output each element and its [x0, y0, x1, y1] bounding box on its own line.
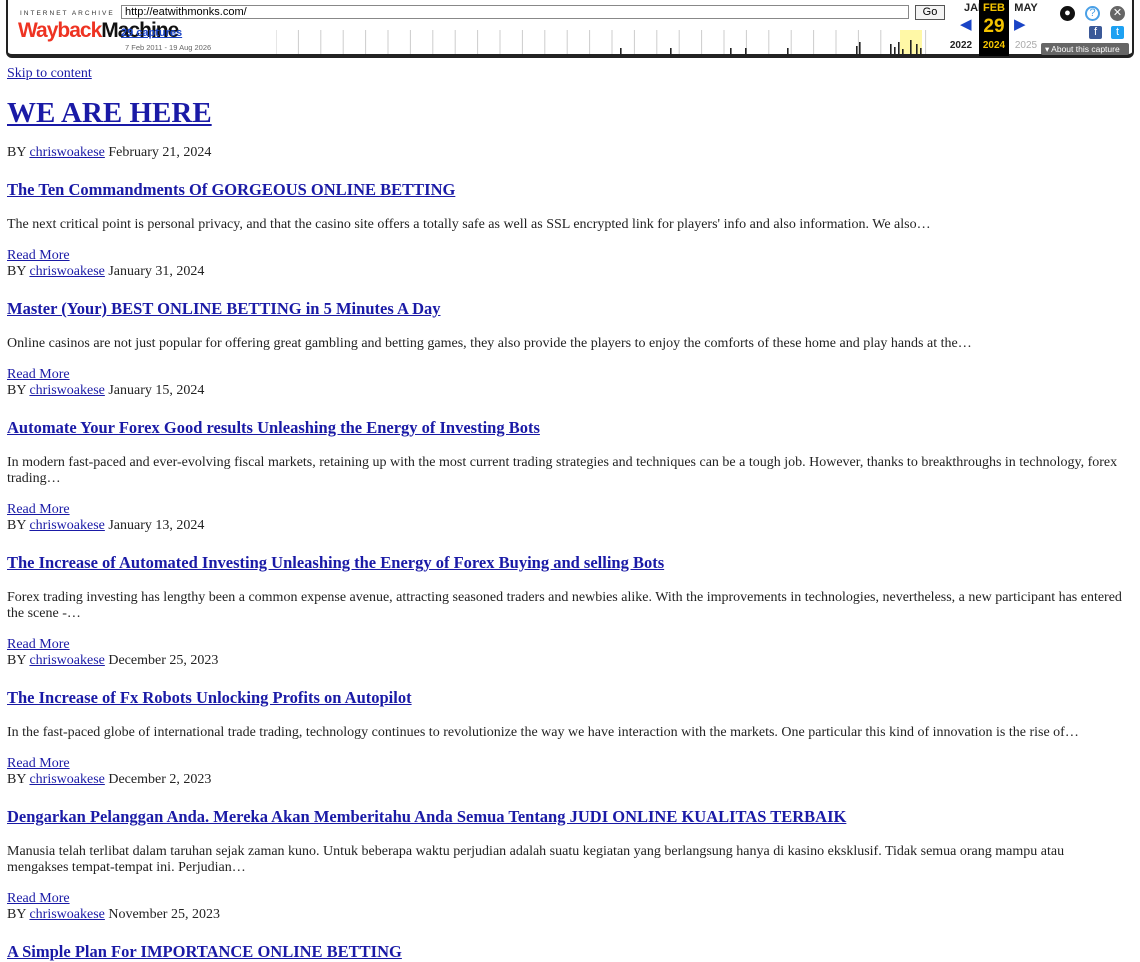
about-capture-button[interactable]: ▾ About this capture [1041, 43, 1129, 55]
captures-link[interactable]: 29 captures [121, 27, 182, 39]
author-link[interactable]: chriswoakese [29, 772, 104, 787]
post-title: The Increase of Automated Investing Unle… [7, 553, 1127, 573]
post-title-link[interactable]: A Simple Plan For IMPORTANCE ONLINE BETT… [7, 942, 402, 961]
post-item: BY chriswoakese January 15, 2024 Automate… [7, 383, 1127, 518]
read-more-link[interactable]: Read More [7, 502, 1127, 518]
post-item: BY chriswoakese December 2, 2023 Dengarka… [7, 772, 1127, 907]
post-meta: BY chriswoakese December 2, 2023 [7, 772, 1127, 788]
read-more-link[interactable]: Read More [7, 248, 1127, 264]
by-label: BY [7, 907, 26, 922]
post-date: January 15, 2024 [108, 383, 205, 398]
post-excerpt: The next critical point is personal priv… [7, 217, 931, 232]
post-date: November 25, 2023 [108, 907, 220, 922]
read-more-link[interactable]: Read More [7, 891, 1127, 907]
author-link[interactable]: chriswoakese [29, 383, 104, 398]
capture-bar [670, 48, 672, 54]
by-label: BY [7, 383, 26, 398]
close-icon[interactable]: ✕ [1110, 6, 1125, 21]
post-title-link[interactable]: The Ten Commandments Of GORGEOUS ONLINE … [7, 180, 455, 199]
post-title: The Increase of Fx Robots Unlocking Prof… [7, 688, 1127, 708]
read-more-link[interactable]: Read More [7, 637, 1127, 653]
capture-bar [787, 48, 789, 54]
capture-date-range: 7 Feb 2011 - 19 Aug 2026 [125, 43, 212, 52]
capture-bar [620, 48, 622, 54]
account-icon[interactable]: ● [1060, 6, 1075, 21]
read-more-link[interactable]: Read More [7, 756, 1127, 772]
site-title: WE ARE HERE [7, 95, 1127, 131]
by-label: BY [7, 518, 26, 533]
go-button[interactable]: Go [915, 5, 945, 20]
site-title-link[interactable]: WE ARE HERE [7, 97, 212, 129]
capture-bar [898, 42, 900, 54]
facebook-icon[interactable]: f [1089, 26, 1102, 39]
capture-bar [920, 48, 922, 54]
url-input[interactable] [121, 5, 909, 19]
capture-bar [902, 49, 904, 54]
post-title-link[interactable]: The Increase of Automated Investing Unle… [7, 553, 664, 572]
post-title: Automate Your Forex Good results Unleash… [7, 418, 1127, 438]
post-item: BY chriswoakese January 31, 2024 Master (… [7, 264, 1127, 383]
author-link[interactable]: chriswoakese [29, 907, 104, 922]
help-icon[interactable]: ? [1085, 6, 1100, 21]
wayback-logo[interactable]: INTERNET ARCHIVE WaybackMachine [18, 6, 179, 46]
post-title-link[interactable]: Master (Your) BEST ONLINE BETTING in 5 M… [7, 299, 441, 318]
capture-sparkline[interactable] [276, 28, 946, 54]
post-meta: BY chriswoakese November 25, 2023 [7, 907, 1127, 923]
logo-top-text: INTERNET ARCHIVE [20, 10, 115, 17]
author-link[interactable]: chriswoakese [29, 518, 104, 533]
read-more-link[interactable]: Read More [7, 367, 1127, 383]
post-excerpt: Online casinos are not just popular for … [7, 336, 972, 351]
author-link[interactable]: chriswoakese [29, 264, 104, 279]
capture-bar [745, 48, 747, 54]
post-date: January 13, 2024 [108, 518, 205, 533]
post-title: The Ten Commandments Of GORGEOUS ONLINE … [7, 180, 1127, 200]
capture-bar [859, 42, 861, 54]
wayback-toolbar: INTERNET ARCHIVE WaybackMachine Go 29 ca… [6, 0, 1134, 58]
post-item: BY chriswoakese January 13, 2024 The Incr… [7, 518, 1127, 653]
post-date: December 2, 2023 [108, 772, 212, 787]
next-capture-arrow-icon[interactable]: ▶ [1014, 15, 1026, 33]
post-title: Master (Your) BEST ONLINE BETTING in 5 M… [7, 299, 1127, 319]
by-label: BY [7, 264, 26, 279]
twitter-icon[interactable]: t [1111, 26, 1124, 39]
post-date: February 21, 2024 [108, 145, 212, 160]
post-list: BY chriswoakese February 21, 2024 The Ten… [7, 145, 1127, 962]
capture-bar [894, 47, 896, 54]
post-title-link[interactable]: The Increase of Fx Robots Unlocking Prof… [7, 688, 412, 707]
post-title-link[interactable]: Dengarkan Pelanggan Anda. Mereka Akan Me… [7, 807, 846, 826]
post-meta: BY chriswoakese February 21, 2024 [7, 145, 1127, 161]
post-title: Dengarkan Pelanggan Anda. Mereka Akan Me… [7, 807, 1127, 827]
by-label: BY [7, 653, 26, 668]
skip-to-content-link[interactable]: Skip to content [7, 66, 1127, 82]
post-item: BY chriswoakese December 25, 2023 The Inc… [7, 653, 1127, 772]
post-item: BY chriswoakese November 25, 2023 A Simpl… [7, 907, 1127, 962]
next-month-label[interactable]: MAY [999, 2, 1053, 14]
by-label: BY [7, 145, 26, 160]
post-meta: BY chriswoakese January 15, 2024 [7, 383, 1127, 399]
post-item: BY chriswoakese February 21, 2024 The Ten… [7, 145, 1127, 264]
capture-bar [910, 40, 912, 54]
post-date: December 25, 2023 [108, 653, 219, 668]
post-date: January 31, 2024 [108, 264, 205, 279]
post-meta: BY chriswoakese January 13, 2024 [7, 518, 1127, 534]
capture-bar [890, 44, 892, 54]
capture-bar [856, 46, 858, 54]
post-title-link[interactable]: Automate Your Forex Good results Unleash… [7, 418, 540, 437]
post-excerpt: Manusia telah terlibat dalam taruhan sej… [7, 844, 1065, 875]
author-link[interactable]: chriswoakese [29, 145, 104, 160]
capture-bar [730, 48, 732, 54]
post-title: A Simple Plan For IMPORTANCE ONLINE BETT… [7, 942, 1127, 962]
post-excerpt: In modern fast-paced and ever-evolving f… [7, 455, 1118, 486]
author-link[interactable]: chriswoakese [29, 653, 104, 668]
cur-day-label: 29 [983, 16, 1005, 37]
post-meta: BY chriswoakese December 25, 2023 [7, 653, 1127, 669]
post-excerpt: In the fast-paced globe of international… [7, 725, 1079, 740]
by-label: BY [7, 772, 26, 787]
page-content: Skip to content WE ARE HERE BY chriswoak… [7, 66, 1127, 962]
capture-bar [916, 44, 918, 54]
post-meta: BY chriswoakese January 31, 2024 [7, 264, 1127, 280]
post-excerpt: Forex trading investing has lengthy been… [7, 590, 1122, 621]
